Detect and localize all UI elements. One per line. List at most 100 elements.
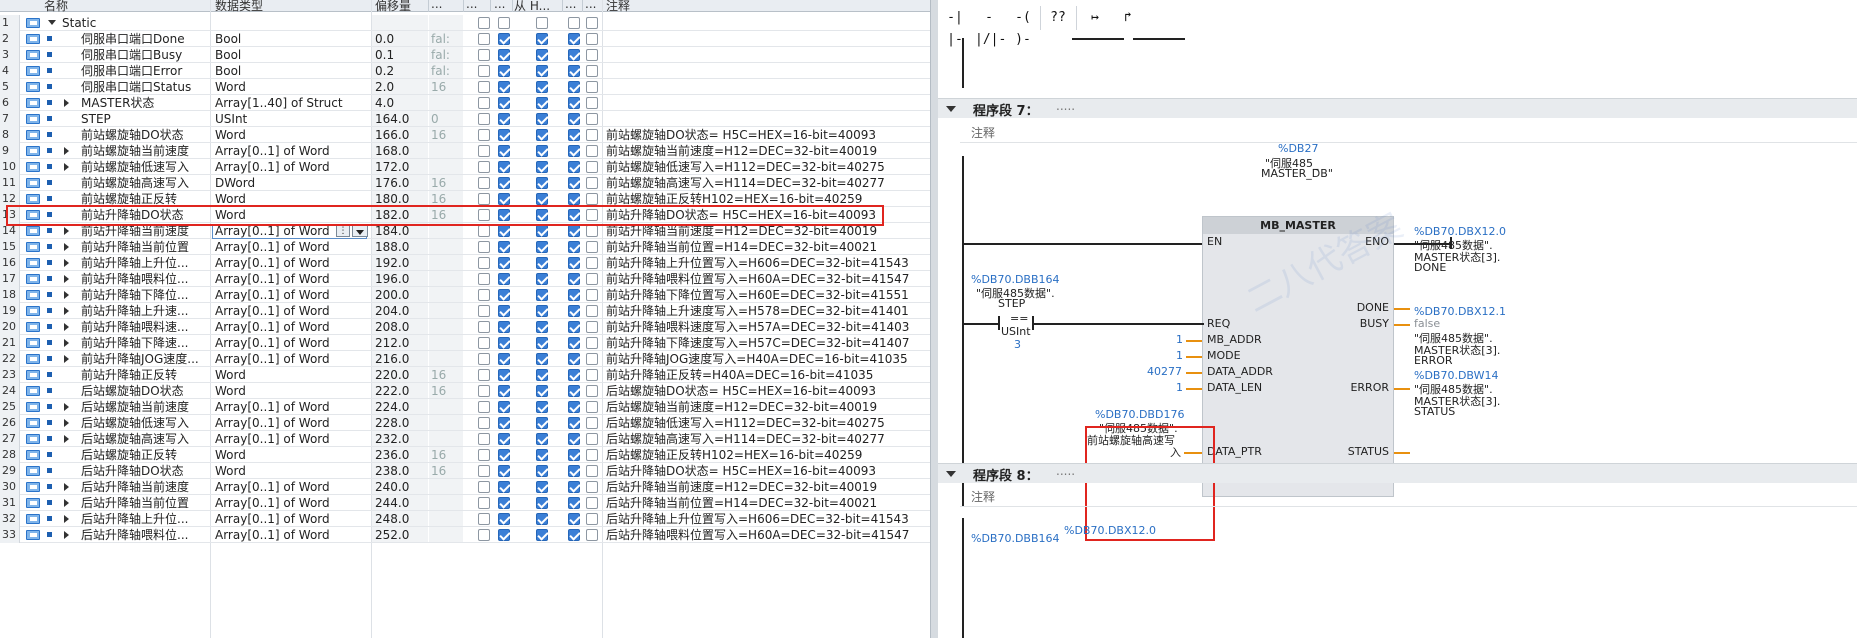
var-name[interactable]: 后站螺旋轴低速写入 (81, 415, 209, 431)
table-row[interactable]: 26 后站螺旋轴低速写入 Array[0..1] of Word 228.0 后站螺旋轴… (0, 415, 930, 431)
checkbox-checked[interactable] (498, 481, 510, 493)
var-comment[interactable]: 前站升降轴下降位置写入=H60E=DEC=32-bit=41551 (606, 287, 926, 303)
checkbox-unchecked[interactable] (478, 337, 490, 349)
table-row[interactable]: 16 前站升降轴上升位... Array[0..1] of Word 192.0 前站升… (0, 255, 930, 271)
checkbox-unchecked[interactable] (478, 289, 490, 301)
var-type[interactable]: Array[0..1] of Word (215, 271, 370, 287)
expand-right-icon[interactable] (64, 275, 69, 283)
var-name[interactable]: 前站升降轴喂料速... (81, 319, 209, 335)
var-type[interactable]: Bool (215, 47, 370, 63)
table-row[interactable]: 30 后站升降轴当前速度 Array[0..1] of Word 240.0 后站升降轴… (0, 479, 930, 495)
var-comment[interactable]: 前站螺旋轴当前速度=H12=DEC=32-bit=40019 (606, 143, 926, 159)
checkbox-checked[interactable] (536, 385, 548, 397)
expand-right-icon[interactable] (64, 483, 69, 491)
var-comment[interactable]: 后站升降轴当前速度=H12=DEC=32-bit=40019 (606, 479, 926, 495)
checkbox-checked[interactable] (498, 33, 510, 45)
checkbox-unchecked[interactable] (586, 145, 598, 157)
checkbox-checked[interactable] (498, 49, 510, 61)
var-default[interactable]: 16 (431, 79, 461, 95)
table-row[interactable]: 5 伺服串口端口Status Word 2.0 16 (0, 79, 930, 95)
var-comment[interactable] (606, 79, 926, 95)
checkbox-checked[interactable] (536, 433, 548, 445)
checkbox-unchecked[interactable] (478, 273, 490, 285)
expand-right-icon[interactable] (64, 339, 69, 347)
var-comment[interactable]: 前站升降轴正反转=H40A=DEC=16-bit=41035 (606, 367, 926, 383)
var-comment[interactable]: 后站升降轴DO状态= H5C=HEX=16-bit=40093 (606, 463, 926, 479)
var-default[interactable] (431, 287, 461, 303)
checkbox-unchecked[interactable] (586, 337, 598, 349)
checkbox-checked[interactable] (536, 129, 548, 141)
checkbox-checked[interactable] (568, 353, 580, 365)
table-row[interactable]: 23 前站升降轴正反转 Word 220.0 16 前站升降轴正反转=H40A=DEC=1… (0, 367, 930, 383)
var-default[interactable] (431, 527, 461, 543)
var-comment[interactable]: 前站升降轴当前位置=H14=DEC=32-bit=40021 (606, 239, 926, 255)
var-name[interactable]: 后站螺旋轴正反转 (81, 447, 209, 463)
expand-down-icon[interactable] (48, 20, 56, 25)
checkbox-unchecked[interactable] (478, 353, 490, 365)
compare-type[interactable]: USInt (1001, 325, 1031, 338)
expand-right-icon[interactable] (64, 515, 69, 523)
checkbox-checked[interactable] (568, 385, 580, 397)
checkbox-checked[interactable] (568, 49, 580, 61)
panel-splitter[interactable] (930, 0, 938, 638)
var-default[interactable] (431, 303, 461, 319)
var-comment[interactable]: 前站升降轴喂料位置写入=H60A=DEC=32-bit=41547 (606, 271, 926, 287)
checkbox-unchecked[interactable] (586, 161, 598, 173)
checkbox-checked[interactable] (568, 289, 580, 301)
checkbox-checked[interactable] (498, 129, 510, 141)
var-type[interactable] (215, 15, 370, 31)
header-col4[interactable]: 从 H... (514, 0, 550, 14)
checkbox-unchecked[interactable] (478, 385, 490, 397)
checkbox-checked[interactable] (498, 385, 510, 397)
table-row[interactable]: 7 STEP USInt 164.0 0 (0, 111, 930, 127)
checkbox-checked[interactable] (498, 369, 510, 381)
checkbox-checked[interactable] (498, 289, 510, 301)
checkbox-checked[interactable] (536, 33, 548, 45)
checkbox-unchecked[interactable] (568, 17, 580, 29)
var-name[interactable]: 前站升降轴喂料位... (81, 271, 209, 287)
var-default[interactable] (431, 495, 461, 511)
var-type[interactable]: Array[0..1] of Word (215, 479, 370, 495)
checkbox-unchecked[interactable] (478, 49, 490, 61)
var-name[interactable]: 伺服串口端口Busy (81, 47, 209, 63)
table-row[interactable]: 27 后站螺旋轴高速写入 Array[0..1] of Word 232.0 后站螺旋轴… (0, 431, 930, 447)
var-comment[interactable] (606, 63, 926, 79)
checkbox-checked[interactable] (536, 417, 548, 429)
checkbox-checked[interactable] (498, 161, 510, 173)
var-name[interactable]: 前站升降轴下降速... (81, 335, 209, 351)
checkbox-checked[interactable] (536, 337, 548, 349)
close-branch-icon[interactable]: ↱ (1113, 6, 1143, 30)
expand-right-icon[interactable] (64, 435, 69, 443)
var-comment[interactable]: 前站升降轴JOG速度写入=H40A=DEC=16-bit=41035 (606, 351, 926, 367)
mode-value[interactable]: 1 (1176, 349, 1183, 362)
checkbox-checked[interactable] (498, 65, 510, 77)
checkbox-unchecked[interactable] (586, 449, 598, 461)
var-comment[interactable] (606, 31, 926, 47)
checkbox-checked[interactable] (568, 417, 580, 429)
checkbox-unchecked[interactable] (586, 177, 598, 189)
var-type[interactable]: Array[0..1] of Word (215, 351, 370, 367)
checkbox-unchecked[interactable] (586, 401, 598, 413)
checkbox-unchecked[interactable] (586, 305, 598, 317)
var-name[interactable]: 前站升降轴正反转 (81, 367, 209, 383)
table-row[interactable]: 33 后站升降轴喂料位... Array[0..1] of Word 252.0 后站升… (0, 527, 930, 543)
table-row[interactable]: 20 前站升降轴喂料速... Array[0..1] of Word 208.0 前站升… (0, 319, 930, 335)
compare-value[interactable]: 3 (1014, 338, 1021, 351)
var-default[interactable] (431, 95, 461, 111)
checkbox-checked[interactable] (536, 369, 548, 381)
expand-right-icon[interactable] (64, 307, 69, 315)
table-row[interactable]: 15 前站升降轴当前位置 Array[0..1] of Word 188.0 前站升降轴… (0, 239, 930, 255)
checkbox-checked[interactable] (536, 401, 548, 413)
checkbox-checked[interactable] (498, 81, 510, 93)
checkbox-checked[interactable] (498, 417, 510, 429)
var-default[interactable]: fal: (431, 47, 461, 63)
var-default[interactable] (431, 431, 461, 447)
var-type[interactable]: Array[0..1] of Word (215, 303, 370, 319)
checkbox-checked[interactable] (498, 225, 510, 237)
var-comment[interactable]: 前站升降轴喂料速度写入=H57A=DEC=32-bit=41403 (606, 319, 926, 335)
checkbox-checked[interactable] (568, 481, 580, 493)
checkbox-unchecked[interactable] (586, 257, 598, 269)
checkbox-checked[interactable] (536, 241, 548, 253)
var-type[interactable]: DWord (215, 175, 370, 191)
checkbox-checked[interactable] (536, 257, 548, 269)
